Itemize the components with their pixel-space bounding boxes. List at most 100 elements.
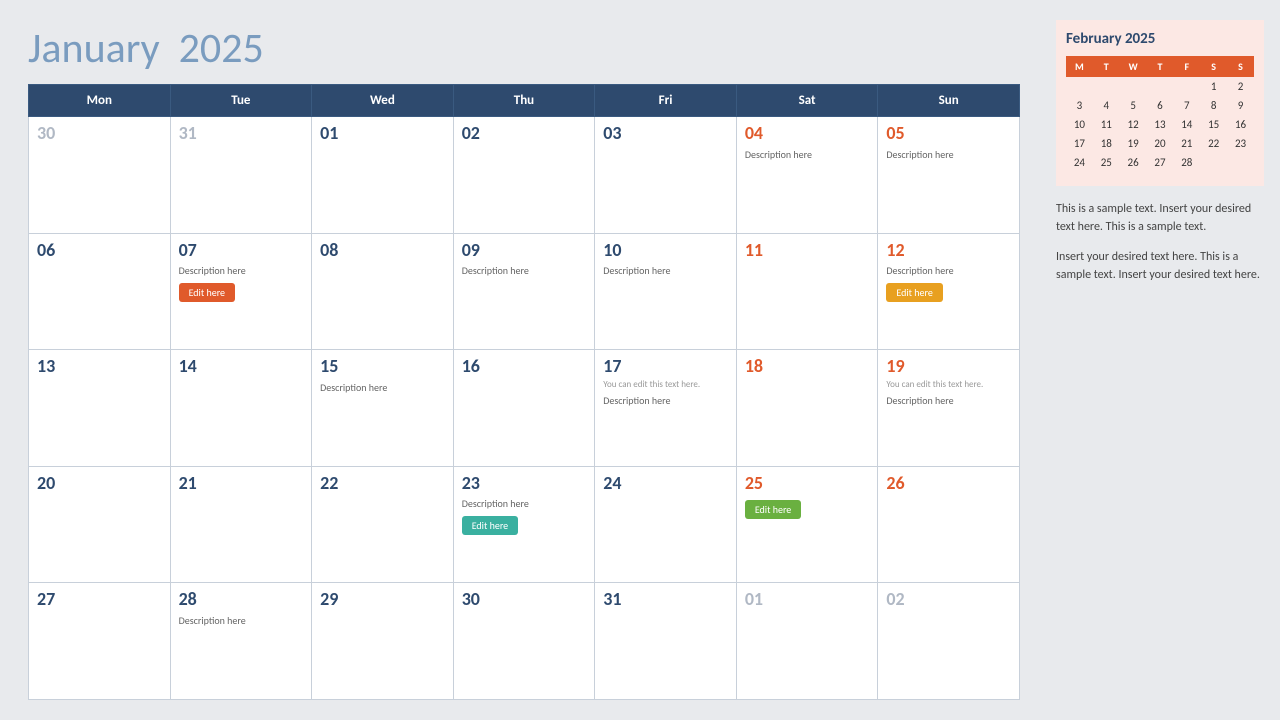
day-number: 01 xyxy=(745,589,870,611)
calendar-cell: 19 You can edit this text here. Descriptio… xyxy=(878,350,1020,467)
mini-cal-cell xyxy=(1093,77,1120,96)
day-number: 19 xyxy=(886,356,1011,378)
calendar-cell: 28 Description here xyxy=(170,583,312,700)
calendar-cell: 30 xyxy=(453,583,595,700)
mini-cal-cell: 1 xyxy=(1200,77,1227,96)
day-number: 20 xyxy=(37,473,162,495)
day-note: You can edit this text here. xyxy=(603,380,728,391)
calendar-cell: 13 xyxy=(29,350,171,467)
calendar-cell: 12Description hereEdit here xyxy=(878,233,1020,350)
mini-cal-cell xyxy=(1147,77,1174,96)
mini-weekday-header: S xyxy=(1227,56,1254,77)
day-number: 01 xyxy=(320,123,445,145)
mini-cal-cell: 22 xyxy=(1200,134,1227,153)
mini-cal-cell: 8 xyxy=(1200,96,1227,115)
mini-weekday-header: W xyxy=(1120,56,1147,77)
day-number: 13 xyxy=(37,356,162,378)
calendar-cell: 01 xyxy=(312,117,454,234)
mini-cal-cell: 25 xyxy=(1093,153,1120,172)
day-number: 31 xyxy=(603,589,728,611)
day-number: 26 xyxy=(886,473,1011,495)
mini-cal-cell: 24 xyxy=(1066,153,1093,172)
day-note: You can edit this text here. xyxy=(886,380,1011,391)
calendar-cell: 08 xyxy=(312,233,454,350)
edit-button[interactable]: Edit here xyxy=(179,283,235,302)
calendar-cell: 15 Description here xyxy=(312,350,454,467)
day-description: Description here xyxy=(320,381,445,394)
calendar-cell: 31 xyxy=(595,583,737,700)
mini-weekday-header: F xyxy=(1173,56,1200,77)
mini-cal-cell: 21 xyxy=(1173,134,1200,153)
calendar-cell: 06 xyxy=(29,233,171,350)
mini-cal-cell: 4 xyxy=(1093,96,1120,115)
mini-cal-cell: 10 xyxy=(1066,115,1093,134)
mini-cal-cell: 13 xyxy=(1147,115,1174,134)
day-number: 21 xyxy=(179,473,304,495)
mini-cal-cell: 16 xyxy=(1227,115,1254,134)
day-description: Description here xyxy=(462,497,587,510)
mini-cal-cell: 15 xyxy=(1200,115,1227,134)
calendar-cell: 27 xyxy=(29,583,171,700)
main-area: January 2025 MonTueWedThuFriSatSun 30310… xyxy=(0,0,1040,720)
day-description: Description here xyxy=(603,264,728,277)
day-number: 15 xyxy=(320,356,445,378)
day-number: 25 xyxy=(745,473,870,495)
edit-button[interactable]: Edit here xyxy=(462,516,518,535)
weekday-header: Sat xyxy=(736,85,878,117)
mini-calendar-box: February 2025 MTWTFSS 123456789101112131… xyxy=(1056,20,1264,186)
day-number: 24 xyxy=(603,473,728,495)
edit-button[interactable]: Edit here xyxy=(745,500,801,519)
calendar-cell: 24 xyxy=(595,466,737,583)
calendar-cell: 20 xyxy=(29,466,171,583)
mini-cal-cell: 27 xyxy=(1147,153,1174,172)
calendar-cell: 11 xyxy=(736,233,878,350)
mini-cal-cell xyxy=(1200,153,1227,172)
day-number: 22 xyxy=(320,473,445,495)
calendar-cell: 22 xyxy=(312,466,454,583)
day-description: Description here xyxy=(179,264,304,277)
mini-cal-cell: 12 xyxy=(1120,115,1147,134)
mini-cal-cell xyxy=(1120,77,1147,96)
day-number: 04 xyxy=(745,123,870,145)
calendar-cell: 26 xyxy=(878,466,1020,583)
calendar-cell: 21 xyxy=(170,466,312,583)
calendar-cell: 31 xyxy=(170,117,312,234)
day-description: Description here xyxy=(886,394,1011,407)
mini-cal-cell: 20 xyxy=(1147,134,1174,153)
calendar-cell: 16 xyxy=(453,350,595,467)
mini-cal-table: MTWTFSS 12345678910111213141516171819202… xyxy=(1066,56,1254,172)
day-number: 09 xyxy=(462,240,587,262)
mini-cal-cell: 3 xyxy=(1066,96,1093,115)
day-number: 18 xyxy=(745,356,870,378)
mini-weekday-header: S xyxy=(1200,56,1227,77)
day-number: 17 xyxy=(603,356,728,378)
edit-button[interactable]: Edit here xyxy=(886,283,942,302)
calendar-cell: 02 xyxy=(878,583,1020,700)
day-number: 12 xyxy=(886,240,1011,262)
mini-cal-cell: 23 xyxy=(1227,134,1254,153)
weekday-header: Tue xyxy=(170,85,312,117)
day-description: Description here xyxy=(603,394,728,407)
day-number: 31 xyxy=(179,123,304,145)
mini-cal-cell: 6 xyxy=(1147,96,1174,115)
calendar-cell: 03 xyxy=(595,117,737,234)
calendar-cell: 04Description here xyxy=(736,117,878,234)
mini-cal-cell: 2 xyxy=(1227,77,1254,96)
month-title: January 2025 xyxy=(28,28,1020,70)
day-number: 28 xyxy=(179,589,304,611)
mini-cal-cell: 28 xyxy=(1173,153,1200,172)
calendar-cell: 14 xyxy=(170,350,312,467)
mini-cal-cell: 14 xyxy=(1173,115,1200,134)
mini-weekday-header: T xyxy=(1147,56,1174,77)
day-number: 02 xyxy=(886,589,1011,611)
day-description: Description here xyxy=(886,148,1011,161)
calendar-cell: 10Description here xyxy=(595,233,737,350)
weekday-header: Fri xyxy=(595,85,737,117)
day-description: Description here xyxy=(179,614,304,627)
mini-cal-cell: 9 xyxy=(1227,96,1254,115)
calendar-cell: 25 Edit here xyxy=(736,466,878,583)
month-name: January xyxy=(28,23,160,74)
mini-cal-cell: 18 xyxy=(1093,134,1120,153)
mini-cal-cell: 19 xyxy=(1120,134,1147,153)
weekday-header: Thu xyxy=(453,85,595,117)
